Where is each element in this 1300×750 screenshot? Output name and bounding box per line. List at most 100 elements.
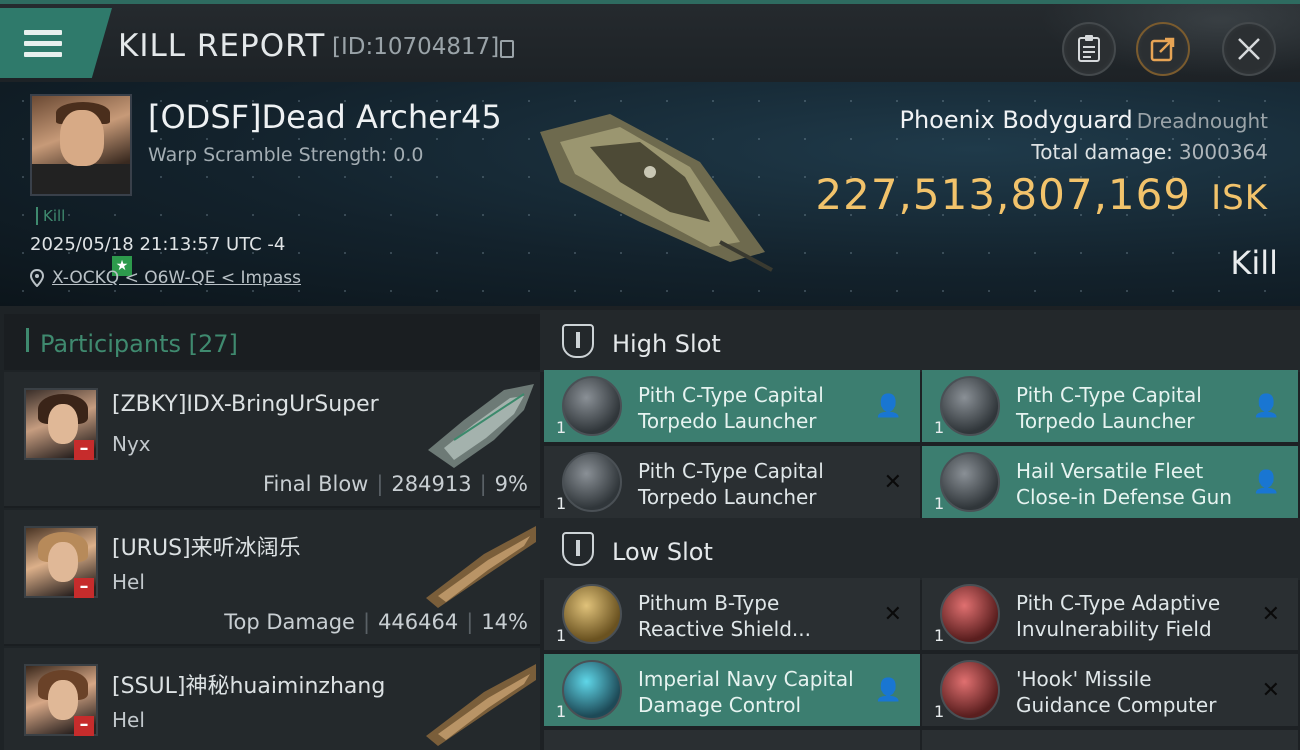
participant-stats: Final Blow | 284913 | 9% [263,472,528,496]
torpedo-launcher-icon [562,376,622,436]
isk-unit: ISK [1211,178,1268,218]
clipboard-button[interactable] [1062,22,1116,76]
module-quantity: 1 [934,702,945,721]
kill-report-screen: KILL REPORT [ID:10704817] ★ Kill [ODSF]D… [0,0,1300,750]
module-quantity: 1 [934,494,945,513]
torpedo-launcher-icon [562,452,622,512]
shield-slot-icon [562,532,594,566]
pilot-icon: 👤 [874,394,902,419]
module-slot[interactable]: 1 Pith C-Type Capital Torpedo Launcher 👤 [544,370,920,442]
module-quantity: 1 [556,626,567,645]
kill-location-link[interactable]: X-OCKQ < O6W-QE < Impass [52,268,301,288]
victim-name[interactable]: [ODSF]Dead Archer45 [148,98,502,136]
participant-ship: Nyx [112,432,151,456]
kill-datetime: 2025/05/18 21:13:57 UTC -4 [30,234,286,255]
location-pin-icon [30,269,44,287]
participant-role: Final Blow [263,472,369,496]
page-title: KILL REPORT [118,28,326,64]
pilot-icon: 👤 [1252,394,1280,419]
participant-ship: Hel [112,708,145,732]
participant-row[interactable]: – [URUS]来听冰阔乐 Hel Top Damage | 446464 | 14% [4,510,540,646]
high-slot-label: High Slot [612,330,721,358]
defense-gun-icon [940,452,1000,512]
destroyed-x-icon: ✕ [1261,602,1280,627]
module-slot[interactable]: 1 Hail Versatile Fleet Close-in Defense … [922,446,1298,518]
participants-title: Participants [27] [40,330,238,358]
module-quantity: 1 [934,626,945,645]
torpedo-launcher-icon [940,376,1000,436]
minus-badge-icon: – [74,716,94,736]
total-damage-value: 3000364 [1178,140,1268,164]
participant-name: [SSUL]神秘huaiminzhang [112,674,386,699]
damage-control-icon [562,660,622,720]
module-name: Pithum B-Type Reactive Shield... [638,591,812,641]
module-slot[interactable]: 1 Pith C-Type Capital Torpedo Launcher 👤 [922,370,1298,442]
isk-amount: 227,513,807,169 [815,170,1192,219]
module-quantity: 1 [556,702,567,721]
low-slot-header: Low Slot [540,518,1300,580]
module-slot-partial [544,730,920,750]
report-id: [ID:10704817] [332,34,500,60]
module-quantity: 1 [934,418,945,437]
minus-badge-icon: – [74,578,94,598]
module-quantity: 1 [556,494,567,513]
kill-tag: Kill [36,207,65,225]
module-name: 'Hook' Missile Guidance Computer [1016,667,1217,717]
module-name: Pith C-Type Capital Torpedo Launcher [638,459,824,509]
low-slot-label: Low Slot [612,538,713,566]
participant-ship-image [426,664,536,746]
victim-ship-name[interactable]: Phoenix Bodyguard [899,106,1132,134]
menu-icon [24,30,62,60]
module-slot-partial [922,730,1298,750]
participant-percent: 14% [481,610,528,634]
participants-panel: Participants [27] – [ZBKY]IDX-BringUrSup… [0,306,540,750]
destroyed-x-icon: ✕ [883,602,902,627]
close-button[interactable] [1222,22,1276,76]
isk-value: 227,513,807,169 ISK [815,170,1268,219]
victim-ship-class: Dreadnought [1136,109,1268,133]
destroyed-x-icon: ✕ [1261,678,1280,703]
close-icon [1238,38,1260,60]
module-slot[interactable]: 1 Pithum B-Type Reactive Shield... ✕ [544,578,920,650]
module-name: Imperial Navy Capital Damage Control [638,667,854,717]
module-name: Pith C-Type Adaptive Invulnerability Fie… [1016,591,1221,641]
participant-role: Top Damage [224,610,355,634]
module-name: Pith C-Type Capital Torpedo Launcher [1016,383,1202,433]
menu-button[interactable] [0,8,112,78]
share-button[interactable] [1136,22,1190,76]
destroyed-x-icon: ✕ [883,470,902,495]
minus-badge-icon: – [74,440,94,460]
participant-damage: 446464 [378,610,459,634]
shield-slot-icon [562,324,594,358]
guidance-computer-icon [940,660,1000,720]
participant-stats: Top Damage | 446464 | 14% [224,610,528,634]
warp-scramble-strength: Warp Scramble Strength: 0.0 [148,144,424,166]
module-slot[interactable]: 1 Pith C-Type Adaptive Invulnerability F… [922,578,1298,650]
share-icon [1150,37,1175,62]
total-damage-label: Total damage: [1031,140,1173,164]
module-slot[interactable]: 1 Imperial Navy Capital Damage Control 👤 [544,654,920,726]
module-slot[interactable]: 1 Pith C-Type Capital Torpedo Launcher ✕ [544,446,920,518]
module-quantity: 1 [556,418,567,437]
participant-ship-image [426,526,536,608]
module-slot[interactable]: 1 'Hook' Missile Guidance Computer ✕ [922,654,1298,726]
reactive-shield-icon [562,584,622,644]
pilot-icon: 👤 [874,678,902,703]
victim-ship: Phoenix Bodyguard Dreadnought [899,106,1268,134]
victim-banner: ★ Kill [ODSF]Dead Archer45 Warp Scramble… [0,82,1300,306]
total-damage: Total damage: 3000364 [1031,140,1268,164]
clipboard-icon [1078,35,1100,62]
result-label: Kill [1230,244,1278,282]
participant-damage: 284913 [391,472,472,496]
participant-ship-image [428,384,534,468]
copy-icon[interactable] [500,40,514,58]
module-name: Hail Versatile Fleet Close-in Defense Gu… [1016,459,1232,509]
victim-avatar[interactable] [30,94,132,196]
participant-name: [ZBKY]IDX-BringUrSuper [112,392,379,417]
pilot-icon: 👤 [1252,470,1280,495]
participant-row[interactable]: – [SSUL]神秘huaiminzhang Hel [4,648,540,750]
participant-row[interactable]: – [ZBKY]IDX-BringUrSuper Nyx Final Blow |… [4,372,540,508]
module-name: Pith C-Type Capital Torpedo Launcher [638,383,824,433]
high-slot-header: High Slot [540,310,1300,372]
participant-ship: Hel [112,570,145,594]
